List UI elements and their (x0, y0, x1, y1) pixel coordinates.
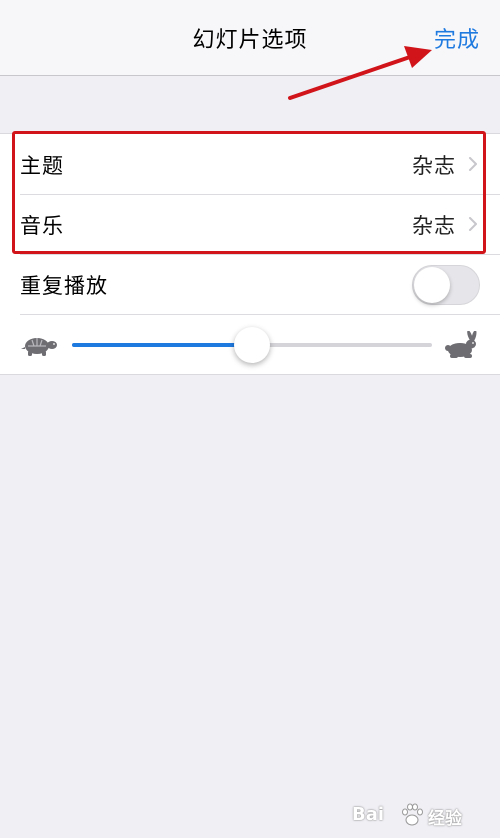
speed-slider[interactable] (72, 327, 432, 363)
slideshow-options-list: 主题 杂志 音乐 杂志 重复播放 (0, 133, 500, 375)
speed-slider-thumb[interactable] (234, 327, 270, 363)
theme-label: 主题 (20, 154, 64, 178)
baidu-watermark: Bai 经验 (352, 802, 484, 832)
repeat-label: 重复播放 (20, 274, 108, 298)
speed-slider-fill (72, 343, 252, 347)
navigation-bar: 幻灯片选项 完成 (0, 0, 500, 76)
repeat-toggle[interactable] (412, 265, 480, 305)
done-button[interactable]: 完成 (434, 22, 480, 54)
theme-value: 杂志 (412, 154, 456, 178)
toggle-knob (414, 267, 450, 303)
theme-row[interactable]: 主题 杂志 (0, 134, 500, 194)
music-label: 音乐 (20, 214, 64, 238)
watermark-left-text: Bai (352, 804, 385, 825)
music-value: 杂志 (412, 214, 456, 238)
speed-row (0, 314, 500, 374)
paw-icon (402, 803, 423, 826)
annotation-arrow (288, 46, 432, 100)
music-row[interactable]: 音乐 杂志 (0, 194, 500, 254)
chevron-right-icon (469, 217, 477, 231)
page-title: 幻灯片选项 (192, 28, 308, 53)
chevron-right-icon (469, 157, 477, 171)
repeat-row: 重复播放 (0, 254, 500, 314)
rabbit-icon (445, 331, 477, 358)
watermark-right-text: 经验 (428, 809, 462, 829)
turtle-icon (21, 338, 57, 356)
